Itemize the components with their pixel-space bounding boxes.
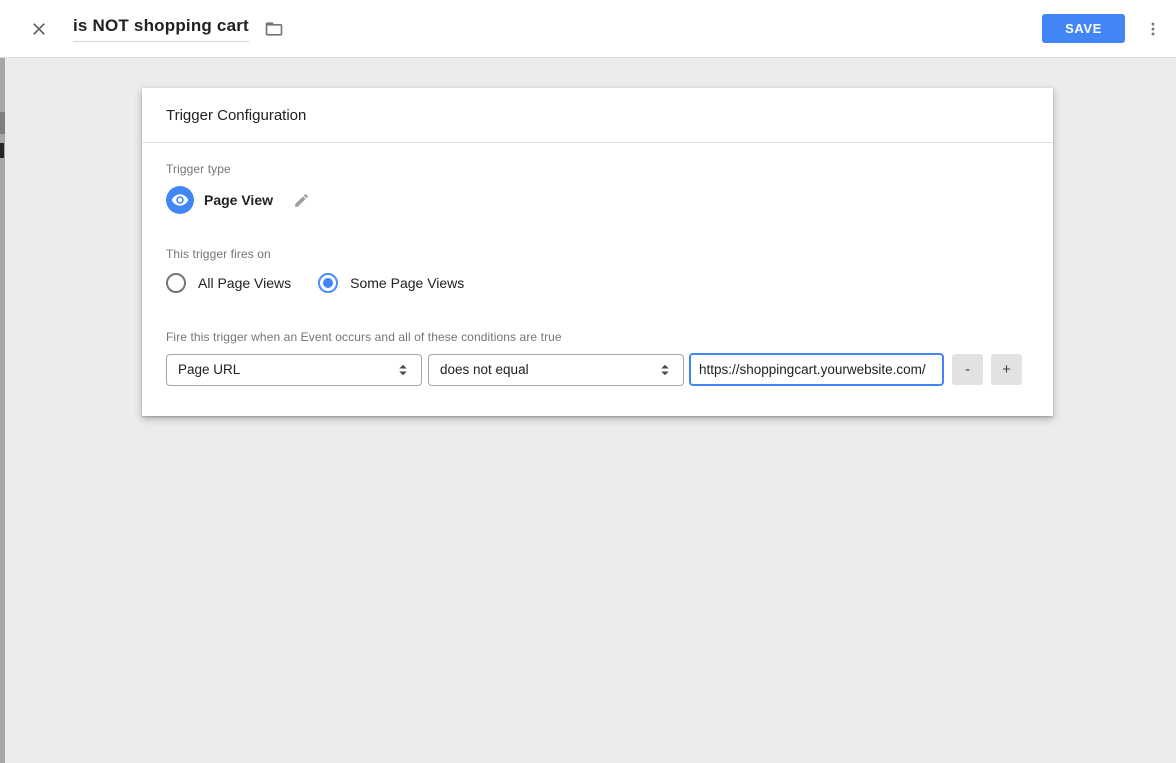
trigger-type-row[interactable]: Page View (166, 186, 1029, 214)
select-spinner-icon (394, 361, 412, 379)
operator-select[interactable]: does not equal (428, 354, 684, 386)
card-title: Trigger Configuration (142, 88, 1053, 143)
radio-all-page-views[interactable]: All Page Views (166, 273, 291, 293)
radio-some-page-views[interactable]: Some Page Views (318, 273, 464, 293)
page-edge-segment (0, 143, 4, 158)
variable-select-value: Page URL (178, 362, 394, 377)
edit-pencil-icon[interactable] (292, 191, 310, 209)
trigger-type-value: Page View (204, 192, 273, 208)
topbar-actions: SAVE (1042, 14, 1176, 43)
top-bar: is NOT shopping cart SAVE (0, 0, 1176, 58)
card-body: Trigger type Page View This trigger fire… (142, 143, 1053, 416)
radio-icon (166, 273, 186, 293)
page-view-icon (166, 186, 194, 214)
more-menu-icon[interactable] (1141, 17, 1165, 41)
condition-value-input[interactable] (689, 353, 944, 386)
folder-icon[interactable] (263, 18, 285, 40)
conditions-label: Fire this trigger when an Event occurs a… (166, 330, 1029, 344)
fires-on-options: All Page Views Some Page Views (166, 273, 1029, 293)
trigger-configuration-card: Trigger Configuration Trigger type Page … (142, 88, 1053, 416)
condition-row: Page URL does not equal - + (166, 353, 1029, 386)
page-edge-segment (0, 112, 5, 134)
page-title: is NOT shopping cart (73, 16, 249, 35)
select-spinner-icon (656, 361, 674, 379)
trigger-type-label: Trigger type (166, 162, 1029, 176)
trigger-name-field[interactable]: is NOT shopping cart (73, 16, 249, 42)
close-icon[interactable] (27, 17, 51, 41)
radio-label: Some Page Views (350, 275, 464, 291)
fires-on-label: This trigger fires on (166, 247, 1029, 261)
add-condition-button[interactable]: + (991, 354, 1022, 385)
radio-icon (318, 273, 338, 293)
variable-select[interactable]: Page URL (166, 354, 422, 386)
page-edge-remnant (0, 58, 5, 763)
save-button[interactable]: SAVE (1042, 14, 1125, 43)
radio-label: All Page Views (198, 275, 291, 291)
remove-condition-button[interactable]: - (952, 354, 983, 385)
operator-select-value: does not equal (440, 362, 656, 377)
